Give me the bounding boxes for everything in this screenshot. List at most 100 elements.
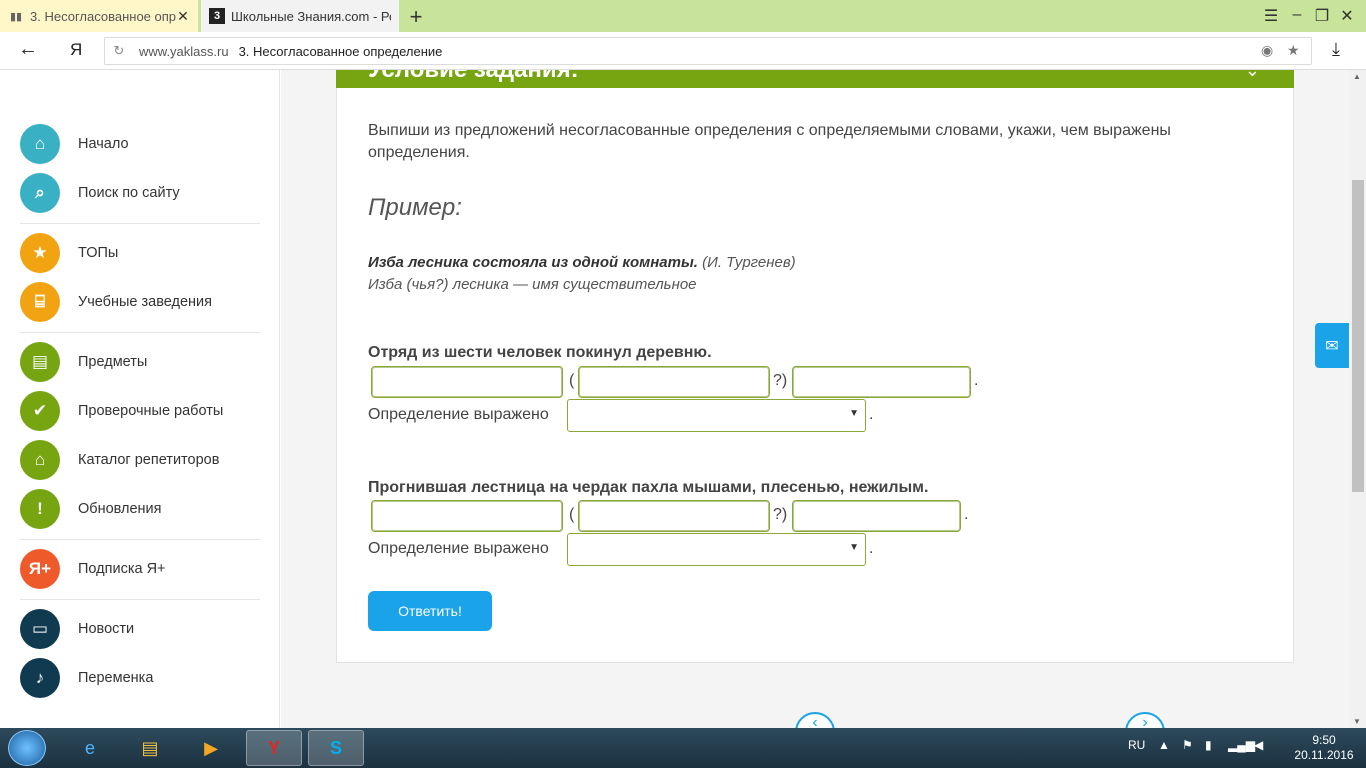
close-icon[interactable]: ✕ xyxy=(176,8,190,25)
ya-plus-icon: Я+ xyxy=(20,549,60,589)
sidebar-item-tutors[interactable]: ⌂ Каталог репетиторов xyxy=(20,440,219,480)
q2-defined-by-label: Определение выражено xyxy=(368,540,549,557)
period: . xyxy=(974,372,979,389)
media-player-icon[interactable]: ▶ xyxy=(183,730,239,766)
collapse-chevron-icon[interactable]: ⌄ xyxy=(1245,70,1260,81)
battery-icon[interactable]: ▮ xyxy=(1205,738,1212,752)
paren-open: ( xyxy=(569,506,575,523)
action-center-icon[interactable]: ⚑ xyxy=(1182,738,1193,752)
sidebar-item-label: Поиск по сайту xyxy=(78,185,180,201)
period: . xyxy=(869,406,874,423)
clock-time: 9:50 xyxy=(1312,733,1336,747)
language-indicator[interactable]: RU xyxy=(1128,738,1145,752)
dropdown-arrow-icon: ▼ xyxy=(849,542,859,553)
sidebar-item-subjects[interactable]: ▤ Предметы xyxy=(20,342,147,382)
sidebar-item-label: Проверочные работы xyxy=(78,403,224,419)
bookmark-star-icon[interactable]: ★ xyxy=(1287,42,1300,59)
book-icon: ▤ xyxy=(20,342,60,382)
explorer-folder-icon[interactable]: ▤ xyxy=(122,730,178,766)
sidebar-item-news[interactable]: ▭ Новости xyxy=(20,609,134,649)
browser-tab-bar: ▮▮ 3. Несогласованное опр ✕ 3 Школьные З… xyxy=(0,0,1366,32)
mail-icon[interactable]: ✉ xyxy=(1315,323,1349,368)
q2-definition-input[interactable] xyxy=(792,500,961,532)
sidebar-item-label: Переменка xyxy=(78,670,154,686)
protect-icon[interactable]: ◉ xyxy=(1261,42,1273,59)
sidebar-item-home[interactable]: ⌂ Начало xyxy=(20,124,129,164)
q2-defined-word-input[interactable] xyxy=(371,500,563,532)
url-field[interactable]: ↻ www.yaklass.ru 3. Несогласованное опре… xyxy=(104,37,1312,65)
sidebar-item-subscription[interactable]: Я+ Подписка Я+ xyxy=(20,549,166,589)
star-icon: ★ xyxy=(20,233,60,273)
paren-close: ?) xyxy=(773,372,788,389)
internet-explorer-icon[interactable]: e xyxy=(62,730,118,766)
task-card-header[interactable]: Условие задания: ⌄ xyxy=(336,70,1294,88)
sidebar-item-break[interactable]: ♪ Переменка xyxy=(20,658,153,698)
example-answer: Изба (чья?) лесника — имя существительно… xyxy=(368,276,697,293)
sidebar-item-institutions[interactable]: ⌸ Учебные заведения xyxy=(20,282,212,322)
sidebar-item-search[interactable]: ⌕ Поиск по сайту xyxy=(20,173,180,213)
question-2-sentence: Прогнившая лестница на чердак пахла мыша… xyxy=(368,479,929,496)
restore-icon[interactable]: ❐ xyxy=(1312,6,1332,26)
search-icon: ⌕ xyxy=(20,173,60,213)
tab-title: Школьные Знания.com - Ре xyxy=(231,8,391,24)
scroll-thumb[interactable] xyxy=(1352,180,1364,492)
example-author: (И. Тургенев) xyxy=(702,254,796,271)
q2-question-input[interactable] xyxy=(578,500,770,532)
task-header-title: Условие задания: xyxy=(368,70,579,84)
sidebar-item-label: Начало xyxy=(78,136,129,152)
minimize-icon[interactable]: – xyxy=(1287,6,1307,24)
tab-yaklass[interactable]: ▮▮ 3. Несогласованное опр ✕ xyxy=(0,0,198,32)
sidebar-item-updates[interactable]: ! Обновления xyxy=(20,489,162,529)
sidebar-item-label: Подписка Я+ xyxy=(78,561,166,577)
q1-question-input[interactable] xyxy=(578,366,770,398)
page-scrollbar[interactable]: ▲ ▼ xyxy=(1350,70,1366,728)
period: . xyxy=(964,506,969,523)
sidebar-item-tops[interactable]: ★ ТОПы xyxy=(20,233,118,273)
q1-defined-word-input[interactable] xyxy=(371,366,563,398)
example-heading: Пример: xyxy=(368,194,462,221)
yandex-button[interactable]: Я xyxy=(70,40,82,60)
tab-title: 3. Несогласованное опр xyxy=(30,8,176,24)
volume-icon[interactable]: ◀ xyxy=(1254,738,1263,752)
start-button-icon[interactable] xyxy=(8,730,46,766)
reload-icon[interactable]: ↻ xyxy=(105,43,133,59)
sidebar-item-label: Учебные заведения xyxy=(78,294,212,310)
question-1-sentence: Отряд из шести человек покинул деревню. xyxy=(368,344,712,361)
submit-answer-button[interactable]: Ответить! xyxy=(368,591,492,631)
exclamation-icon: ! xyxy=(20,489,60,529)
network-signal-icon[interactable]: ▂▄▆ xyxy=(1228,738,1255,752)
q1-defined-by-label: Определение выражено xyxy=(368,406,549,423)
sidebar-item-label: Обновления xyxy=(78,501,162,517)
institution-icon: ⌸ xyxy=(20,282,60,322)
divider xyxy=(20,223,260,224)
url-page-title: 3. Несогласованное определение xyxy=(238,43,443,59)
check-icon: ✔ xyxy=(20,391,60,431)
bell-icon: ♪ xyxy=(20,658,60,698)
q2-part-of-speech-select[interactable]: ▼ xyxy=(567,533,866,566)
yandex-browser-icon[interactable]: Y xyxy=(246,730,302,766)
scroll-down-icon[interactable]: ▼ xyxy=(1353,717,1361,726)
sidebar-item-tests[interactable]: ✔ Проверочные работы xyxy=(20,391,223,431)
tab-znania[interactable]: 3 Школьные Знания.com - Ре xyxy=(201,0,399,32)
tray-expand-icon[interactable]: ▲ xyxy=(1158,738,1170,752)
q1-definition-input[interactable] xyxy=(792,366,971,398)
dropdown-arrow-icon: ▼ xyxy=(849,408,859,419)
q1-part-of-speech-select[interactable]: ▼ xyxy=(567,399,866,432)
example-sentence: Изба лесника состояла из одной комнаты. … xyxy=(368,254,796,271)
url-host: www.yaklass.ru xyxy=(139,43,229,59)
book-icon: ▮▮ xyxy=(9,10,23,23)
chat-icon: ▭ xyxy=(20,609,60,649)
download-icon[interactable]: ⤓ xyxy=(1332,39,1340,60)
scroll-up-icon[interactable]: ▲ xyxy=(1353,72,1361,81)
back-arrow-icon[interactable]: ← xyxy=(18,38,38,61)
close-window-icon[interactable]: ✕ xyxy=(1337,6,1357,26)
sidebar-item-label: Предметы xyxy=(78,354,148,370)
skype-icon[interactable]: S xyxy=(308,730,364,766)
address-bar: ← Я ↻ www.yaklass.ru 3. Несогласованное … xyxy=(0,32,1366,70)
new-tab-plus-icon[interactable]: + xyxy=(404,4,428,30)
menu-icon[interactable]: ☰ xyxy=(1261,6,1281,26)
clock[interactable]: 9:50 20.11.2016 xyxy=(1282,733,1366,763)
period: . xyxy=(869,540,874,557)
divider xyxy=(20,599,260,600)
example-sentence-text: Изба лесника состояла из одной комнаты. xyxy=(368,254,698,271)
